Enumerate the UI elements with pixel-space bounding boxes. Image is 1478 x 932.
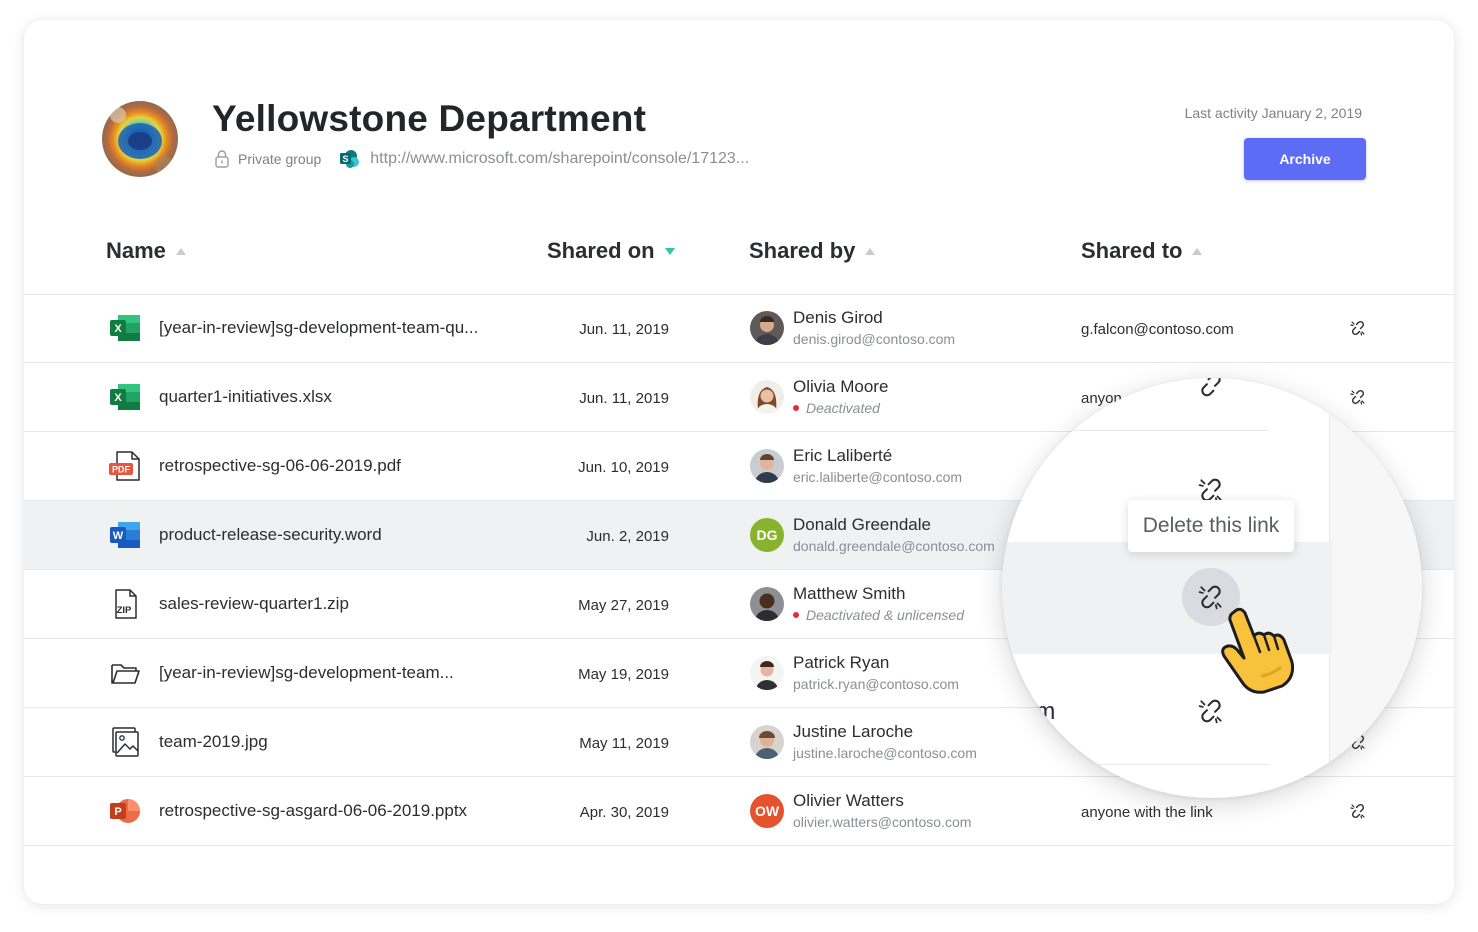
column-header-shared-on[interactable]: Shared on	[547, 238, 675, 264]
shared-date: May 11, 2019	[579, 735, 669, 752]
word-icon: W	[110, 522, 140, 548]
magnifier-divider	[1002, 764, 1268, 765]
column-header-shared-by[interactable]: Shared by	[749, 238, 876, 264]
user-email: olivier.watters@contoso.com	[793, 814, 972, 830]
page-title: Yellowstone Department	[212, 98, 647, 139]
user-name: Olivia Moore	[793, 377, 889, 396]
user-name: Matthew Smith	[793, 584, 906, 603]
avatar	[750, 449, 784, 483]
shared-date: Apr. 30, 2019	[579, 804, 669, 821]
user-name: Donald Greendale	[793, 515, 931, 534]
deactivated-dot	[793, 405, 799, 411]
shared-date: May 19, 2019	[578, 666, 669, 683]
deactivated-dot	[793, 612, 799, 618]
avatar	[750, 311, 784, 345]
unlink-icon[interactable]	[1198, 698, 1224, 724]
avatar: DG	[750, 518, 784, 552]
user-name: Patrick Ryan	[793, 653, 890, 672]
lock-icon	[215, 150, 229, 168]
column-header-shared-to[interactable]: Shared to	[1081, 238, 1203, 264]
svg-text:X: X	[114, 323, 122, 335]
shared-to: g.falcon@contoso.com	[1081, 321, 1234, 338]
delete-link-tooltip: Delete this link	[1128, 500, 1294, 552]
pdf-icon: PDF	[109, 451, 140, 481]
last-activity: Last activity January 2, 2019	[1184, 105, 1362, 121]
user-status: Deactivated & unlicensed	[793, 607, 964, 623]
shared-date: Jun. 10, 2019	[578, 459, 669, 476]
svg-text:X: X	[114, 392, 122, 404]
file-name[interactable]: retrospective-sg-06-06-2019.pdf	[159, 456, 401, 476]
file-name[interactable]: team-2019.jpg	[159, 732, 268, 752]
shared-date: Jun. 11, 2019	[579, 321, 669, 338]
zip-icon: ZIP	[115, 589, 137, 619]
svg-text:S: S	[343, 154, 349, 164]
sharepoint-url[interactable]: http://www.microsoft.com/sharepoint/cons…	[370, 150, 749, 168]
excel-icon: X	[110, 315, 140, 341]
pointer-hand-icon	[1221, 607, 1294, 694]
unlink-icon[interactable]	[1350, 320, 1366, 336]
group-meta: Private group S http://www.microsoft.com…	[214, 148, 749, 170]
zoom-magnifier: Delete this link om	[1002, 378, 1422, 798]
file-name[interactable]: retrospective-sg-asgard-06-06-2019.pptx	[159, 801, 467, 821]
file-name[interactable]: [year-in-review]sg-development-team...	[159, 663, 454, 683]
sort-arrow-active-icon	[664, 247, 675, 255]
column-header-name[interactable]: Name	[106, 238, 186, 264]
folder-icon	[111, 664, 140, 684]
table-row[interactable]: X [year-in-review]sg-development-team-qu…	[24, 294, 1454, 363]
user-name: Olivier Watters	[793, 791, 904, 810]
avatar	[750, 656, 784, 690]
privacy-label: Private group	[238, 151, 322, 167]
user-name: Justine Laroche	[793, 722, 914, 741]
shared-date: May 27, 2019	[578, 597, 669, 614]
unlink-icon[interactable]	[1198, 378, 1224, 398]
user-email: denis.girod@contoso.com	[793, 331, 956, 347]
group-avatar	[102, 101, 178, 177]
sort-arrow-icon	[175, 247, 186, 255]
file-name[interactable]: sales-review-quarter1.zip	[159, 594, 349, 614]
file-name[interactable]: product-release-security.word	[159, 525, 382, 545]
file-name[interactable]: [year-in-review]sg-development-team-qu..…	[159, 318, 478, 338]
unlink-icon[interactable]	[1350, 803, 1366, 819]
avatar: OW	[750, 794, 784, 828]
shared-date: Jun. 2, 2019	[586, 528, 669, 545]
avatar	[750, 725, 784, 759]
svg-text:W: W	[113, 530, 124, 542]
svg-text:ZIP: ZIP	[117, 605, 132, 616]
svg-text:PDF: PDF	[112, 465, 131, 475]
excel-icon: X	[110, 384, 140, 410]
row-divider	[24, 845, 1454, 846]
user-email: donald.greendale@contoso.com	[793, 538, 995, 554]
magnifier-divider	[1002, 430, 1268, 431]
shared-date: Jun. 11, 2019	[579, 390, 669, 407]
powerpoint-icon: P	[110, 799, 140, 823]
shared-to: anyone with the link	[1081, 804, 1213, 821]
avatar	[750, 380, 784, 414]
archive-button[interactable]: Archive	[1244, 138, 1366, 180]
magnifier-side-pane	[1329, 378, 1422, 798]
avatar	[750, 587, 784, 621]
user-name: Eric Laliberté	[793, 446, 893, 465]
sharepoint-icon: S	[340, 150, 360, 168]
user-status: Deactivated	[793, 400, 880, 416]
user-name: Denis Girod	[793, 308, 883, 327]
image-icon	[112, 727, 139, 757]
user-email: eric.laliberte@contoso.com	[793, 469, 963, 485]
sort-arrow-icon	[865, 247, 876, 255]
sort-arrow-icon	[1192, 247, 1203, 255]
user-email: patrick.ryan@contoso.com	[793, 676, 959, 692]
svg-text:P: P	[114, 806, 121, 818]
magnified-partial-text: om	[1022, 698, 1056, 725]
file-name[interactable]: quarter1-initiatives.xlsx	[159, 387, 332, 407]
user-email: justine.laroche@contoso.com	[793, 745, 977, 761]
